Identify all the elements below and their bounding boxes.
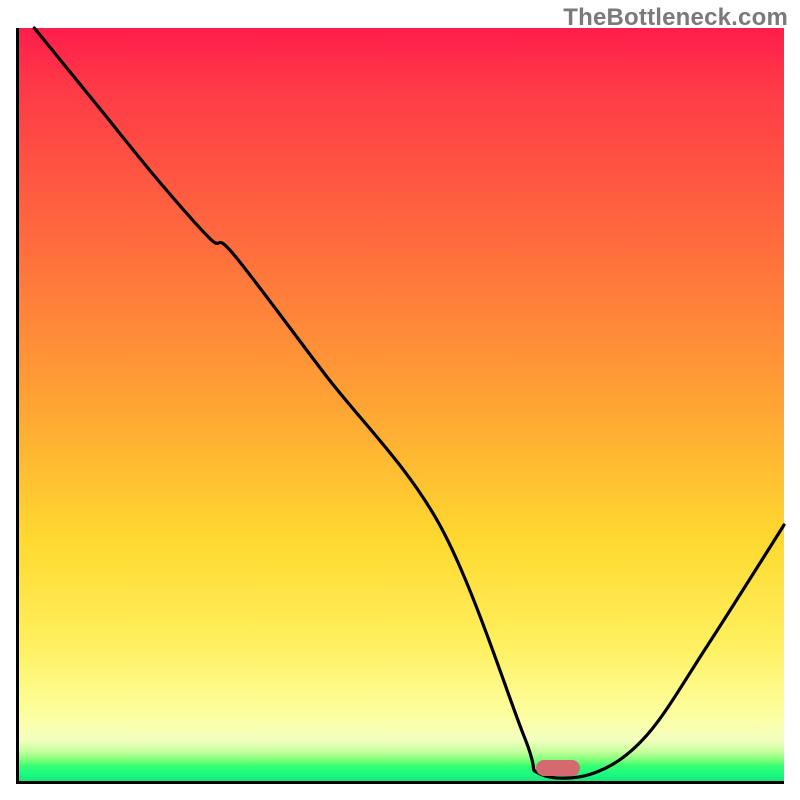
plot-area xyxy=(16,28,784,784)
optimal-marker xyxy=(536,760,580,776)
chart-frame: TheBottleneck.com xyxy=(0,0,800,800)
watermark-text: TheBottleneck.com xyxy=(563,4,788,32)
bottleneck-curve xyxy=(19,28,784,781)
